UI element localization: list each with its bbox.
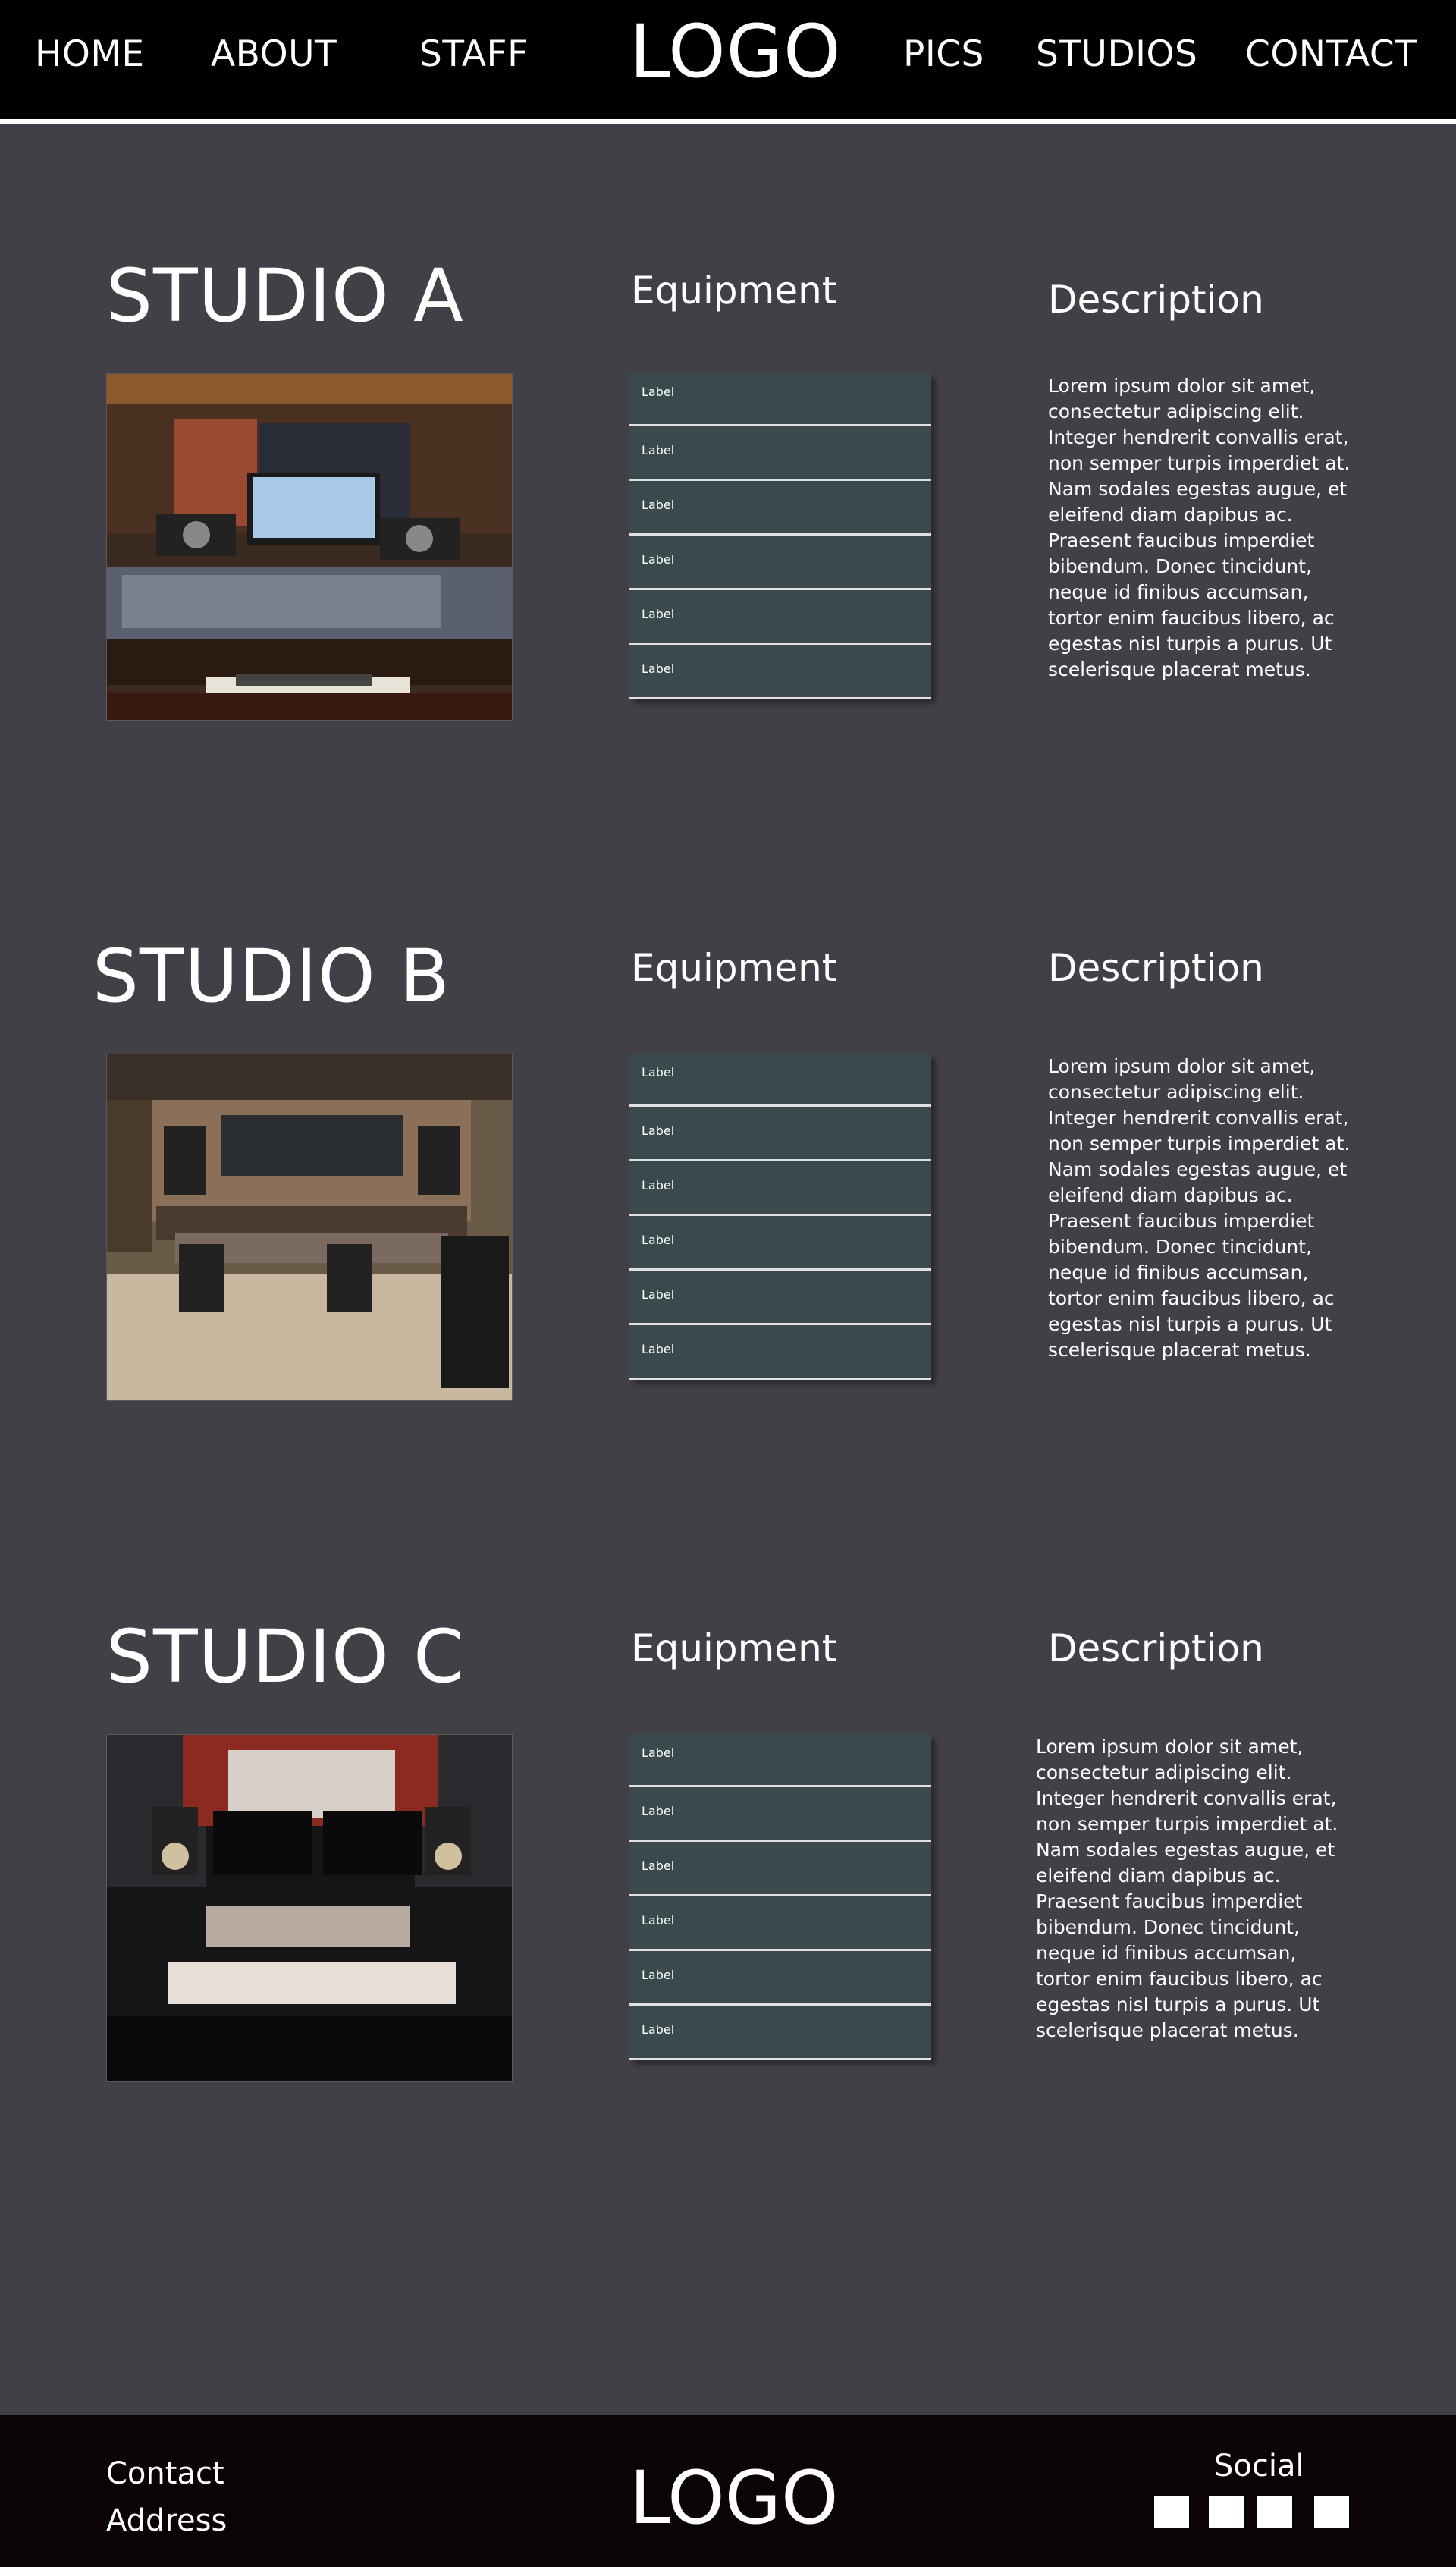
description-heading: Description (1048, 1626, 1264, 1670)
social-icon[interactable] (1209, 2496, 1244, 2528)
studio-c-photo (106, 1734, 513, 2082)
equipment-item[interactable]: Label (629, 373, 931, 426)
equipment-item[interactable]: Label (629, 1787, 931, 1842)
studio-section-b: STUDIO B Equipment Description Label Lab… (0, 940, 1456, 1562)
equipment-item[interactable]: Label (629, 1107, 931, 1161)
description-heading: Description (1048, 278, 1264, 322)
social-icon[interactable] (1257, 2496, 1292, 2528)
social-icon[interactable] (1154, 2496, 1189, 2528)
social-icon[interactable] (1314, 2496, 1349, 2528)
equipment-list: Label Label Label Label Label Label (629, 1054, 931, 1380)
equipment-item[interactable]: Label (629, 1325, 931, 1380)
nav-pics-link[interactable]: PICS (903, 36, 984, 72)
nav-contact-link[interactable]: CONTACT (1245, 36, 1417, 72)
equipment-item[interactable]: Label (629, 645, 931, 699)
equipment-item[interactable]: Label (629, 1271, 931, 1325)
equipment-list: Label Label Label Label Label Label (629, 1734, 931, 2060)
footer-address: Address (106, 2503, 228, 2538)
studio-title: STUDIO C (106, 1614, 466, 1699)
nav-staff-link[interactable]: STAFF (419, 36, 529, 72)
equipment-item[interactable]: Label (629, 1054, 931, 1107)
equipment-item[interactable]: Label (629, 481, 931, 536)
header-logo[interactable]: LOGO (629, 15, 842, 88)
site-footer: Contact Address LOGO Social (0, 2415, 1456, 2567)
studio-a-photo (106, 373, 513, 721)
description-text: Lorem ipsum dolor sit amet, consectetur … (1048, 1055, 1351, 1361)
equipment-item[interactable]: Label (629, 1896, 931, 1951)
studio-title: STUDIO A (106, 253, 464, 338)
equipment-item[interactable]: Label (629, 1734, 931, 1787)
description-text: Lorem ipsum dolor sit amet, consectetur … (1048, 375, 1351, 680)
equipment-item[interactable]: Label (629, 2006, 931, 2060)
equipment-item[interactable]: Label (629, 1842, 931, 1896)
nav-about-link[interactable]: ABOUT (211, 36, 337, 72)
nav-home-link[interactable]: HOME (35, 36, 145, 72)
equipment-heading: Equipment (631, 269, 837, 313)
equipment-item[interactable]: Label (629, 536, 931, 590)
studio-title: STUDIO B (93, 934, 451, 1019)
footer-contact-link[interactable]: Contact (106, 2459, 224, 2489)
description-text: Lorem ipsum dolor sit amet, consectetur … (1036, 1736, 1338, 2041)
studio-b-photo (106, 1054, 513, 1401)
equipment-item[interactable]: Label (629, 1161, 931, 1216)
equipment-item[interactable]: Label (629, 590, 931, 645)
nav-studios-link[interactable]: STUDIOS (1036, 36, 1197, 72)
equipment-item[interactable]: Label (629, 1951, 931, 2006)
site-header: HOME ABOUT STAFF LOGO PICS STUDIOS CONTA… (0, 0, 1456, 124)
social-label: Social (1214, 2449, 1304, 2484)
equipment-item[interactable]: Label (629, 426, 931, 481)
studio-section-c: STUDIO C Equipment Description Label Lab… (0, 1620, 1456, 2242)
equipment-item[interactable]: Label (629, 1216, 931, 1271)
studio-section-a: STUDIO A Equipment Description Label Lab… (0, 259, 1456, 881)
equipment-heading: Equipment (631, 1626, 837, 1670)
footer-logo[interactable]: LOGO (629, 2462, 839, 2534)
description-heading: Description (1048, 946, 1264, 990)
equipment-heading: Equipment (631, 946, 837, 990)
equipment-list: Label Label Label Label Label Label (629, 373, 931, 699)
